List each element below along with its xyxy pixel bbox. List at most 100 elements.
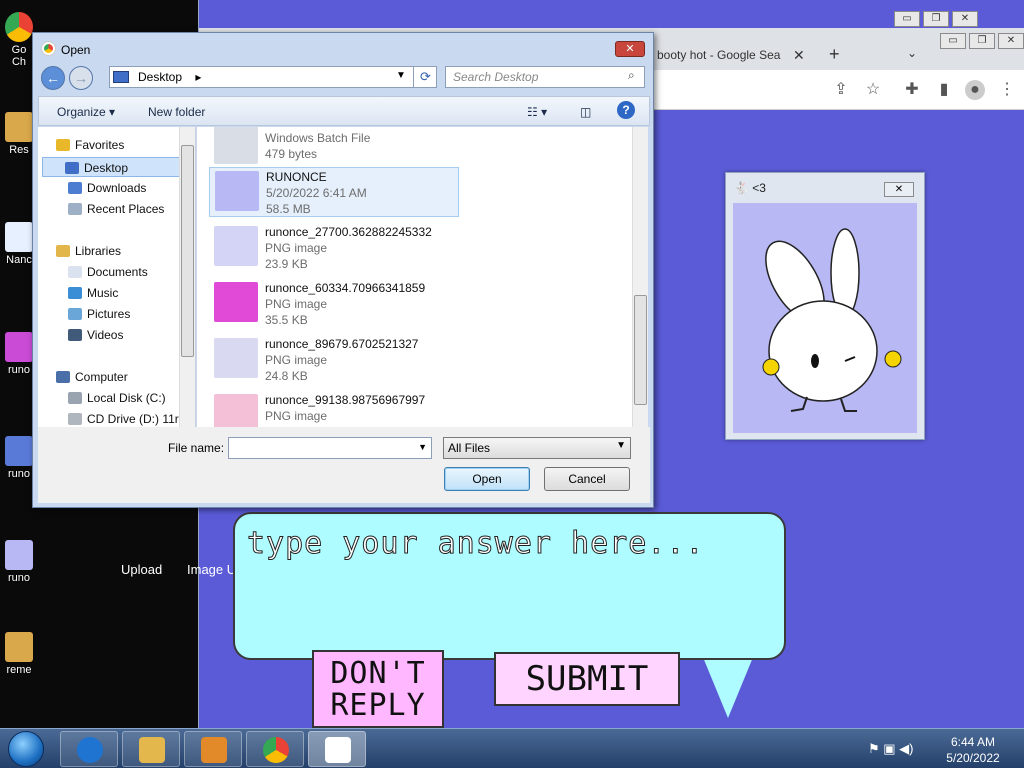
image-thumbnail-icon	[214, 394, 258, 427]
file-item-selected[interactable]: RUNONCE 5/20/2022 6:41 AM 58.5 MB	[209, 167, 459, 217]
search-input[interactable]: Search Desktop ⌕	[445, 66, 645, 88]
chrome-window-buttons: ▭ ❐ ✕	[937, 32, 1024, 50]
desktop-icon-label: runo	[7, 468, 31, 480]
file-item[interactable]: Windows Batch File 479 bytes	[209, 127, 459, 171]
file-name-input[interactable]: ▼	[228, 437, 432, 459]
file-item[interactable]: runonce_60334.70966341859 PNG image 35.5…	[209, 279, 459, 329]
taskbar-internet-explorer[interactable]	[60, 731, 118, 767]
preview-pane-icon[interactable]: ◫	[580, 105, 591, 119]
taskbar-media-player[interactable]	[184, 731, 242, 767]
desktop-icon-label: Go Ch	[11, 44, 27, 68]
file-size: 23.9 KB	[265, 257, 308, 271]
desktop-icon-label: Nanc	[6, 254, 32, 266]
tab-google-search[interactable]: booty hot - Google Sea	[655, 28, 809, 70]
clock[interactable]: 6:44 AM 5/20/2022	[938, 734, 1008, 766]
star-icon	[56, 139, 70, 151]
change-view-icon[interactable]: ☷ ▾	[527, 105, 547, 119]
submit-button[interactable]: SUBMIT	[494, 652, 680, 706]
desktop-icon-runonce-3[interactable]: runo	[2, 540, 36, 584]
dont-reply-button[interactable]: DON'T REPLY	[312, 650, 444, 728]
nav-libraries[interactable]: Libraries	[56, 241, 196, 261]
image-thumbnail-icon	[214, 226, 258, 266]
chevron-down-icon[interactable]: ▼	[418, 442, 427, 452]
file-list-scrollbar[interactable]	[632, 127, 648, 427]
command-bar: Organize ▾ New folder ☷ ▾ ◫ ?	[38, 96, 650, 126]
internet-explorer-icon	[77, 737, 103, 763]
drive-icon	[68, 392, 82, 404]
bunny-thumbnail-icon	[215, 171, 259, 211]
answer-input[interactable]: type your answer here...	[246, 526, 704, 562]
taskbar-explorer[interactable]	[122, 731, 180, 767]
desktop-icon-runonce-1[interactable]: runo	[2, 332, 36, 376]
desktop-icon-google-chrome[interactable]: Go Ch	[2, 12, 36, 68]
tab-search-button[interactable]: ⌄	[907, 46, 917, 60]
desktop-icon-label: Res	[9, 144, 29, 156]
forward-button[interactable]: →	[69, 66, 93, 90]
nav-label: Libraries	[75, 244, 122, 258]
open-button[interactable]: Open	[444, 467, 530, 491]
scrollbar-thumb[interactable]	[181, 145, 194, 357]
nav-desktop[interactable]: Desktop	[42, 157, 182, 177]
nav-favorites[interactable]: Favorites	[56, 135, 196, 155]
file-date: 5/20/2022 6:41 AM	[266, 186, 367, 200]
dialog-close-button[interactable]: ✕	[615, 41, 645, 57]
file-item[interactable]: runonce_89679.6702521327 PNG image 24.8 …	[209, 335, 459, 385]
menu-dots-icon[interactable]: ⋮	[997, 80, 1017, 100]
file-type-filter[interactable]: All Files ▼	[443, 437, 631, 459]
file-item[interactable]: runonce_27700.362882245332 PNG image 23.…	[209, 223, 459, 273]
nav-computer[interactable]: Computer	[56, 367, 196, 387]
image-upload-link[interactable]: Image U	[187, 562, 236, 577]
taskbar: ⚑ ▣ ◀) 6:44 AM 5/20/2022	[0, 728, 1024, 768]
maximize-button[interactable]: ❐	[969, 33, 995, 49]
dont-reply-label-line1: DON'T	[330, 656, 426, 691]
outer-window-buttons: ▭ ❐ ✕	[891, 10, 978, 28]
cancel-button[interactable]: Cancel	[544, 467, 630, 491]
minimize-button[interactable]: ▭	[894, 11, 920, 27]
file-size: 24.8 KB	[265, 369, 308, 383]
folder-icon	[139, 737, 165, 763]
extensions-icon[interactable]: ✚	[902, 80, 922, 100]
nav-label: Recent Places	[87, 202, 165, 216]
organize-button[interactable]: Organize ▾	[57, 105, 115, 119]
start-button[interactable]	[8, 731, 44, 767]
taskbar-chrome[interactable]	[246, 731, 304, 767]
taskbar-runonce[interactable]	[308, 731, 366, 767]
new-tab-button[interactable]: +	[829, 44, 840, 65]
back-button[interactable]: ←	[41, 66, 65, 90]
desktop-icon-runonce-2[interactable]: runo	[2, 436, 36, 480]
desktop-icon-document[interactable]: Nanc	[2, 222, 36, 266]
upload-link[interactable]: Upload	[121, 562, 162, 577]
side-panel-icon[interactable]: ▮	[934, 80, 954, 100]
chevron-down-icon: ▼	[616, 440, 626, 451]
address-dropdown-icon[interactable]: ▼	[396, 70, 406, 81]
nav-label: Local Disk (C:)	[87, 391, 166, 405]
desktop-icon-folder[interactable]: Res	[2, 112, 36, 156]
refresh-button[interactable]: ⟳	[413, 67, 437, 87]
downloads-icon	[68, 182, 82, 194]
desktop-icon-label: reme	[6, 664, 32, 676]
nav-label: Favorites	[75, 138, 125, 152]
file-item[interactable]: runonce_99138.98756967997 PNG image	[209, 391, 459, 427]
new-folder-button[interactable]: New folder	[148, 105, 205, 119]
tab-close-icon[interactable]: ✕	[793, 47, 805, 64]
maximize-button[interactable]: ❐	[923, 11, 949, 27]
profile-avatar-icon[interactable]: ●	[965, 80, 985, 100]
desktop-icon-reme[interactable]: reme	[2, 632, 36, 676]
share-icon[interactable]: ⇪	[831, 80, 851, 100]
breadcrumb-arrow-icon[interactable]: ▸	[195, 70, 201, 84]
folder-icon	[5, 632, 33, 662]
file-size: 479 bytes	[265, 147, 318, 161]
clock-time: 6:44 AM	[950, 735, 996, 749]
help-icon[interactable]: ?	[617, 101, 635, 119]
videos-icon	[68, 329, 82, 341]
bookmark-star-icon[interactable]: ☆	[863, 80, 883, 100]
system-tray-icons[interactable]: ⚑ ▣ ◀)	[868, 741, 914, 757]
scrollbar-thumb[interactable]	[634, 295, 647, 405]
minimize-button[interactable]: ▭	[940, 33, 966, 49]
bunny-window-close-button[interactable]: ✕	[884, 182, 914, 197]
close-button[interactable]: ✕	[952, 11, 978, 27]
nav-cd-drive[interactable]: CD Drive (D:) 11r	[68, 409, 186, 429]
close-button[interactable]: ✕	[998, 33, 1024, 49]
navigation-scrollbar[interactable]	[179, 127, 195, 427]
address-bar[interactable]: Desktop ▸ ▼	[109, 66, 437, 88]
